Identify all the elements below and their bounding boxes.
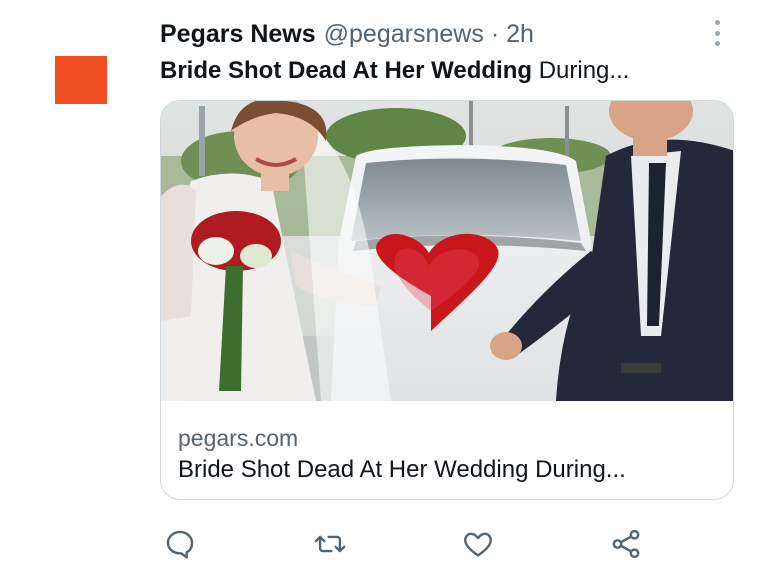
more-dot (714, 41, 720, 46)
tweet-text-bold: Bride Shot Dead At Her Wedding (160, 57, 533, 84)
card-title: Bride Shot Dead At Her Wedding During... (178, 456, 626, 483)
like-icon (464, 532, 492, 557)
card-domain: pegars.com (178, 425, 299, 451)
tweet-timestamp[interactable]: 2h (506, 18, 534, 50)
tweet-text: Bride Shot Dead At Her Wedding During... (160, 54, 629, 88)
retweet-button[interactable] (308, 522, 352, 566)
share-button[interactable] (604, 522, 648, 566)
share-icon (612, 529, 640, 559)
retweet-icon (314, 535, 346, 553)
author-name[interactable]: Pegars News (160, 18, 316, 50)
separator-dot: · (490, 20, 500, 48)
link-card[interactable]: pegars.com Bride Shot Dead At Her Weddin… (160, 100, 734, 500)
more-dot (714, 30, 720, 36)
author-handle[interactable]: @pegarsnews (324, 18, 484, 50)
tweet-text-rest: During... (532, 57, 630, 84)
reply-icon (166, 530, 194, 559)
more-icon[interactable] (708, 18, 726, 48)
like-button[interactable] (456, 522, 500, 566)
more-dot (714, 20, 720, 25)
card-image[interactable] (161, 101, 734, 401)
tweet-header: Pegars News @pegarsnews · 2h (160, 18, 534, 50)
tweet-actions (0, 522, 760, 570)
reply-button[interactable] (158, 522, 202, 566)
avatar[interactable] (55, 56, 107, 104)
